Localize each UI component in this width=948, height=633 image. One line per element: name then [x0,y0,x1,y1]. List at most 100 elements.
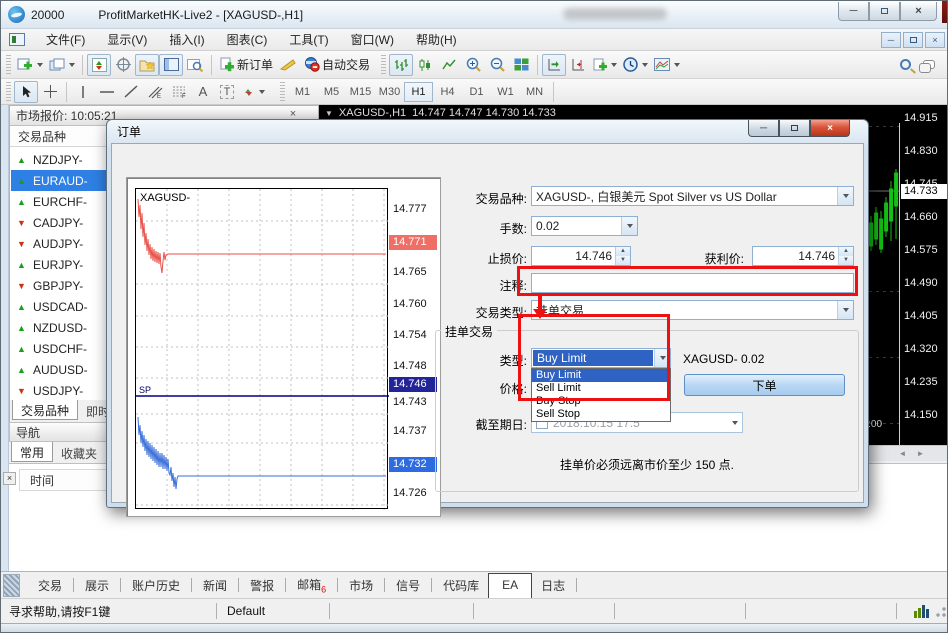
scroll-right-icon[interactable]: ► [914,448,927,460]
tab-alerts[interactable]: 警报 [241,573,283,598]
title-bar[interactable]: 20000 ProfitMarketHK-Live2 - [XAGUSD-,H1… [1,1,948,29]
toolbar-grip[interactable] [6,82,11,102]
chevron-down-icon[interactable] [621,217,637,235]
spin-down-icon[interactable]: ▼ [616,256,630,265]
horizontal-line-tool-button[interactable] [95,81,119,103]
menu-charts[interactable]: 图表(C) [216,28,279,51]
chat-icon[interactable] [917,54,941,76]
toolbar-grip[interactable] [280,82,285,102]
menu-view[interactable]: 显示(V) [96,28,158,51]
tab-journal[interactable]: 日志 [532,573,574,598]
new-order-button[interactable]: 新订单 [216,54,276,76]
candlestick-button[interactable] [413,54,437,76]
scroll-left-icon[interactable]: ◄ [896,448,909,460]
profiles-button[interactable] [46,54,78,76]
auto-scroll-button[interactable] [542,54,566,76]
window-minimize-button[interactable]: ─ [838,2,869,21]
terminal-grip-icon[interactable] [3,574,20,597]
status-profile[interactable]: Default [217,604,329,618]
timeframe-m15[interactable]: M15 [346,82,375,102]
tab-mailbox[interactable]: 邮箱6 [288,572,335,598]
chevron-down-icon[interactable] [837,187,853,205]
data-window-button[interactable] [111,54,135,76]
spin-up-icon[interactable]: ▲ [616,247,630,256]
menu-tools[interactable]: 工具(T) [278,28,339,51]
zoom-in-button[interactable] [461,54,485,76]
chevron-down-icon[interactable] [732,421,738,425]
tab-symbols[interactable]: 交易品种 [12,400,78,420]
mdi-minimize-button[interactable]: ─ [881,32,901,48]
timeframe-d1[interactable]: D1 [462,82,491,102]
window-close-button[interactable]: × [900,2,937,21]
timeframe-h1[interactable]: H1 [404,82,433,102]
timeframe-h4[interactable]: H4 [433,82,462,102]
timeframe-w1[interactable]: W1 [491,82,520,102]
tab-ea[interactable]: EA [488,573,532,599]
dialog-maximize-button[interactable] [779,120,810,137]
tab-favorites[interactable]: 收藏夹 [53,442,105,462]
line-chart-button[interactable] [437,54,461,76]
chart-shift-button[interactable] [566,54,590,76]
order-dialog[interactable]: 订单 ─ × [106,119,869,508]
tab-market[interactable]: 市场 [340,573,382,598]
mdi-close-button[interactable]: × [925,32,945,48]
dialog-minimize-button[interactable]: ─ [748,120,779,137]
symbol-combo[interactable]: XAGUSD-, 白银美元 Spot Silver vs US Dollar [531,186,854,206]
tile-windows-button[interactable] [509,54,533,76]
chart-system-icon[interactable] [9,33,25,46]
spin-up-icon[interactable]: ▲ [839,247,853,256]
vertical-line-tool-button[interactable] [71,81,95,103]
tab-code-base[interactable]: 代码库 [434,573,488,598]
dialog-close-button[interactable]: × [810,120,850,137]
toolbar-grip[interactable] [6,55,11,75]
arrows-tool-button[interactable] [239,81,268,103]
tab-account-history[interactable]: 账户历史 [123,573,189,598]
text-tool-button[interactable]: A [191,81,215,103]
spin-down-icon[interactable]: ▼ [839,256,853,265]
resize-grip[interactable] [933,604,947,618]
templates-button[interactable] [651,54,683,76]
tab-signals[interactable]: 信号 [387,573,429,598]
window-maximize-button[interactable] [869,2,900,21]
new-chart-button[interactable] [14,54,46,76]
close-icon[interactable]: × [3,472,16,485]
timeframe-m5[interactable]: M5 [317,82,346,102]
indicators-button[interactable] [590,54,620,76]
menu-help[interactable]: 帮助(H) [405,28,468,51]
strategy-tester-button[interactable] [183,54,207,76]
timeframe-m30[interactable]: M30 [375,82,404,102]
fibonacci-tool-button[interactable]: F [167,81,191,103]
timeframe-mn[interactable]: MN [520,82,549,102]
bar-chart-button[interactable] [389,54,413,76]
menu-insert[interactable]: 插入(I) [158,28,215,51]
tab-exposure[interactable]: 展示 [76,573,118,598]
search-icon[interactable] [893,54,917,76]
cursor-tool-button[interactable] [14,81,38,103]
navigator-button[interactable] [135,54,159,76]
autotrade-button[interactable]: 自动交易 [300,54,373,76]
expert-advisors-icon[interactable] [276,54,300,76]
tab-trade[interactable]: 交易 [29,573,71,598]
menu-window[interactable]: 窗口(W) [340,28,405,51]
menu-file[interactable]: 文件(F) [35,28,96,51]
market-watch-button[interactable] [87,54,111,76]
takeprofit-value: 14.746 [753,247,838,265]
option-sell-stop[interactable]: Sell Stop [532,408,670,421]
toolbar-grip[interactable] [381,55,386,75]
tab-news[interactable]: 新闻 [194,573,236,598]
chevron-down-icon[interactable] [837,301,853,319]
crosshair-tool-button[interactable] [38,81,62,103]
periods-button[interactable] [620,54,651,76]
channel-tool-button[interactable]: E [143,81,167,103]
terminal-button[interactable] [159,54,183,76]
takeprofit-spinner[interactable]: 14.746 ▲▼ [752,246,854,266]
place-order-button[interactable]: 下单 [684,374,845,396]
trendline-tool-button[interactable] [119,81,143,103]
volume-combo[interactable]: 0.02 [531,216,638,236]
stoploss-spinner[interactable]: 14.746 ▲▼ [531,246,631,266]
text-label-tool-button[interactable]: T [215,81,239,103]
mdi-restore-button[interactable] [903,32,923,48]
timeframe-m1[interactable]: M1 [288,82,317,102]
tab-common[interactable]: 常用 [11,442,53,462]
zoom-out-button[interactable] [485,54,509,76]
